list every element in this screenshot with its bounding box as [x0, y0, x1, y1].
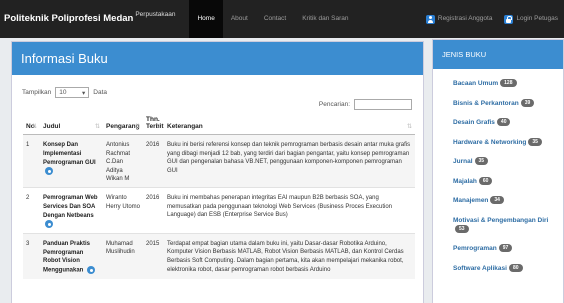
data-label: Data	[93, 89, 107, 96]
nav-about[interactable]: About	[223, 0, 256, 38]
column-header-judul[interactable]: Judul ⇅	[40, 114, 103, 135]
length-control: Tampilkan 10 ▾ Data	[12, 75, 423, 98]
category-item[interactable]: Manajemen 34	[453, 196, 563, 205]
nav-right: Registrasi Anggota Login Petugas	[420, 0, 564, 38]
cell-judul: Panduan Praktis Pemrograman Robot Vision…	[40, 232, 103, 279]
book-table: No ⇅ Judul ⇅ Pengarang ⇅ Thn. Terbit ⇅ Keter…	[23, 114, 415, 279]
category-item[interactable]: Motivasi & Pengembangan Diri53	[453, 216, 563, 234]
column-header-keterangan[interactable]: Keterangan ⇅	[164, 114, 415, 135]
column-header-thn-terbit[interactable]: Thn. Terbit ⇅	[143, 114, 164, 135]
cell-keterangan: Buku ini membahas penerapan integritas E…	[164, 186, 415, 234]
login-label: Login Petugas	[516, 15, 558, 22]
category-title: JENIS BUKU	[442, 50, 487, 59]
sort-icon: ⇅	[406, 124, 412, 130]
category-item[interactable]: Pemrograman 97	[453, 244, 563, 253]
sort-icon: ⇅	[31, 124, 37, 130]
cell-pengarang: Muhamad Muslihudin	[103, 232, 143, 279]
search-input[interactable]	[354, 99, 412, 110]
cell-keterangan: Terdapat empat bagian utama dalam buku i…	[164, 232, 415, 279]
search-label: Pencarian:	[318, 101, 350, 108]
category-item[interactable]: Hardware & Networking 35	[453, 137, 563, 147]
book-title: Konsep Dan Implementasi Pemrograman GUI	[43, 142, 96, 166]
column-header-pengarang[interactable]: Pengarang ⇅	[103, 114, 143, 135]
register-label: Registrasi Anggota	[437, 15, 493, 22]
count-badge: 35	[474, 157, 489, 166]
length-select[interactable]: 10 ▾	[55, 87, 90, 98]
category-item[interactable]: Majalah 60	[453, 176, 563, 186]
book-info-header: Informasi Buku	[12, 42, 423, 75]
nav-links: Home About Contact Kritik dan Saran	[189, 0, 356, 38]
user-icon	[425, 14, 435, 24]
login-link[interactable]: Login Petugas	[498, 0, 564, 38]
count-badge: 128	[500, 79, 517, 88]
nav-contact[interactable]: Contact	[256, 0, 294, 38]
category-item[interactable]: Bacaan Umum 128	[453, 79, 563, 88]
count-badge: 39	[520, 98, 535, 107]
brand-title[interactable]: Politeknik Poliprofesi Medan	[4, 0, 133, 38]
sort-icon: ⇅	[94, 124, 100, 130]
top-navbar: Politeknik Poliprofesi Medan Perpustakaa…	[0, 0, 564, 38]
book-title: Pemrograman Web Services Dan SOA Dengan …	[43, 194, 98, 219]
nav-kritik-saran[interactable]: Kritik dan Saran	[294, 0, 356, 38]
caret-down-icon: ▾	[82, 89, 86, 97]
sort-icon: ⇅	[155, 124, 161, 130]
cell-thn: 2016	[143, 134, 164, 188]
category-item[interactable]: Software Aplikasi 80	[453, 263, 563, 273]
length-value: 10	[59, 89, 67, 96]
cell-keterangan: Buku ini berisi referensi konsep dan tek…	[164, 134, 415, 188]
category-item[interactable]: Jurnal 35	[453, 157, 563, 166]
count-badge: 35	[528, 137, 542, 146]
cell-no: 3	[23, 232, 40, 279]
table-row: 3 Panduan Praktis Pemrograman Robot Visi…	[23, 232, 415, 279]
register-link[interactable]: Registrasi Anggota	[420, 0, 499, 38]
count-badge: 97	[498, 244, 513, 253]
cell-pengarang: Antonius Rachmat C.Dan Aditya Wikan M	[103, 134, 143, 188]
show-label: Tampilkan	[22, 89, 52, 96]
category-list: Bacaan Umum 128 Bisnis & Perkantoran 39 De…	[433, 69, 563, 273]
cell-no: 1	[23, 134, 40, 188]
cell-judul: Konsep Dan Implementasi Pemrograman GUI	[40, 134, 103, 188]
brand[interactable]: Politeknik Poliprofesi Medan Perpustakaa…	[4, 0, 175, 38]
category-header: JENIS BUKU	[433, 40, 563, 69]
cell-thn: 2016	[143, 186, 164, 234]
category-item[interactable]: Desain Grafis 40	[453, 118, 563, 127]
category-item[interactable]: Bisnis & Perkantoran 39	[453, 98, 563, 108]
table-row: 1 Konsep Dan Implementasi Pemrograman GU…	[23, 134, 415, 188]
cell-judul: Pemrograman Web Services Dan SOA Dengan …	[40, 186, 103, 234]
brand-subtitle: Perpustakaan	[135, 11, 176, 18]
eye-icon[interactable]	[45, 167, 53, 176]
nav-home[interactable]: Home	[189, 0, 223, 38]
book-title: Panduan Praktis Pemrograman Robot Vision…	[43, 240, 91, 274]
book-info-panel: Informasi Buku Tampilkan 10 ▾ Data Penca…	[11, 41, 424, 303]
table-row: 2 Pemrograman Web Services Dan SOA Denga…	[23, 186, 415, 234]
cell-thn: 2015	[143, 232, 164, 279]
count-badge: 40	[496, 118, 511, 127]
table-header-row: No ⇅ Judul ⇅ Pengarang ⇅ Thn. Terbit ⇅ Keter…	[23, 114, 415, 135]
page-title: Informasi Buku	[21, 51, 108, 66]
column-header-no[interactable]: No ⇅	[23, 114, 40, 135]
count-badge: 34	[490, 196, 504, 205]
count-badge: 80	[508, 263, 523, 272]
search-control: Pencarian:	[12, 98, 423, 110]
count-badge: 60	[478, 176, 493, 185]
cell-no: 2	[23, 186, 40, 234]
sort-icon: ⇅	[134, 124, 140, 130]
cell-pengarang: Wiranto Herry Utomo	[103, 186, 143, 234]
count-badge: 53	[455, 224, 469, 233]
book-category-panel: JENIS BUKU Bacaan Umum 128 Bisnis & Perka…	[432, 39, 564, 303]
eye-icon[interactable]	[87, 266, 96, 275]
lock-icon	[504, 14, 514, 24]
eye-icon[interactable]	[45, 220, 53, 229]
